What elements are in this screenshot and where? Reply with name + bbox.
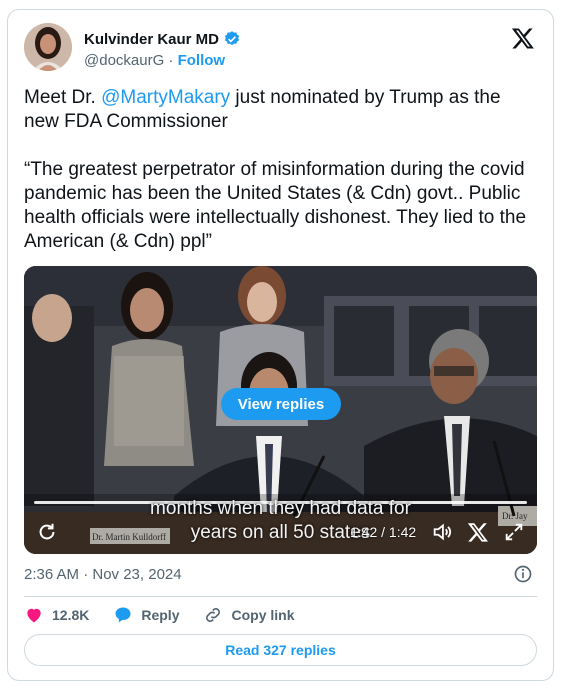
like-button[interactable]: 12.8K xyxy=(24,605,89,625)
video-caption-line2: years on all 50 states xyxy=(190,522,371,543)
speech-bubble-icon xyxy=(115,607,131,623)
video-time: 1:42 / 1:42 xyxy=(350,524,417,540)
info-icon[interactable] xyxy=(513,564,533,584)
x-logo-icon[interactable] xyxy=(511,26,535,50)
tweet-quote: “The greatest perpetrator of misinformat… xyxy=(24,159,527,252)
link-icon xyxy=(206,608,221,622)
author-handle[interactable]: @dockaurG xyxy=(84,52,164,69)
video-caption-line1: months when they had data for xyxy=(150,498,411,519)
divider xyxy=(24,596,537,597)
reply-button[interactable]: Reply xyxy=(113,605,179,625)
video-player[interactable]: Dr. Martin Kulldorff Dr. Jay View replie… xyxy=(24,266,537,554)
separator: · xyxy=(164,52,178,69)
heart-icon xyxy=(27,608,41,623)
tweet-text: Meet Dr. @MartyMakary just nominated by … xyxy=(24,86,539,278)
tweet-card: Kulvinder Kaur MD @dockaurG · Follow Mee… xyxy=(7,9,554,681)
author-name[interactable]: Kulvinder Kaur MD xyxy=(84,31,219,48)
copy-link-label: Copy link xyxy=(231,607,295,623)
follow-button[interactable]: Follow xyxy=(178,52,226,69)
avatar-image xyxy=(24,23,72,71)
copy-link-button[interactable]: Copy link xyxy=(203,605,295,625)
mention-link[interactable]: @MartyMakary xyxy=(101,87,230,108)
expand-icon[interactable] xyxy=(503,521,525,543)
view-replies-button[interactable]: View replies xyxy=(221,388,341,420)
reply-label: Reply xyxy=(141,607,180,623)
volume-icon[interactable] xyxy=(431,521,453,543)
author-name-row: Kulvinder Kaur MD xyxy=(84,30,241,48)
avatar[interactable] xyxy=(24,23,72,71)
tweet-intro: Meet Dr. @MartyMakary just nominated by … xyxy=(24,86,539,134)
x-logo-small-icon[interactable] xyxy=(467,521,489,543)
like-count: 12.8K xyxy=(52,607,90,623)
read-replies-button[interactable]: Read 327 replies xyxy=(24,634,537,666)
tweet-timestamp[interactable]: 2:36 AM · Nov 23, 2024 xyxy=(24,566,182,583)
intro-prefix: Meet Dr. xyxy=(24,87,102,108)
action-bar: 12.8K Reply Copy link xyxy=(24,604,319,626)
replay-icon[interactable] xyxy=(36,521,58,543)
author-handle-row: @dockaurG · Follow xyxy=(84,52,225,69)
verified-badge-icon xyxy=(224,31,240,46)
